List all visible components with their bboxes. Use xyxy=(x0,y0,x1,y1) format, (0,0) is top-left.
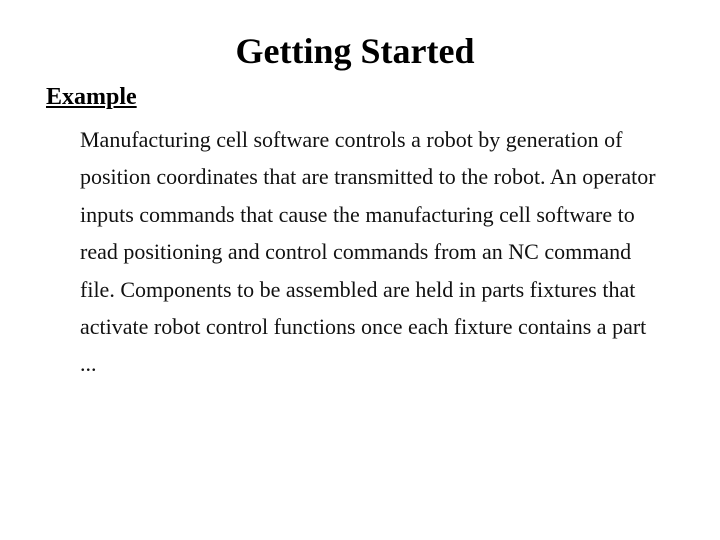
section-heading: Example xyxy=(46,84,670,111)
example-body-text: Manufacturing cell software controls a r… xyxy=(80,121,660,383)
page-title: Getting Started xyxy=(40,30,670,72)
